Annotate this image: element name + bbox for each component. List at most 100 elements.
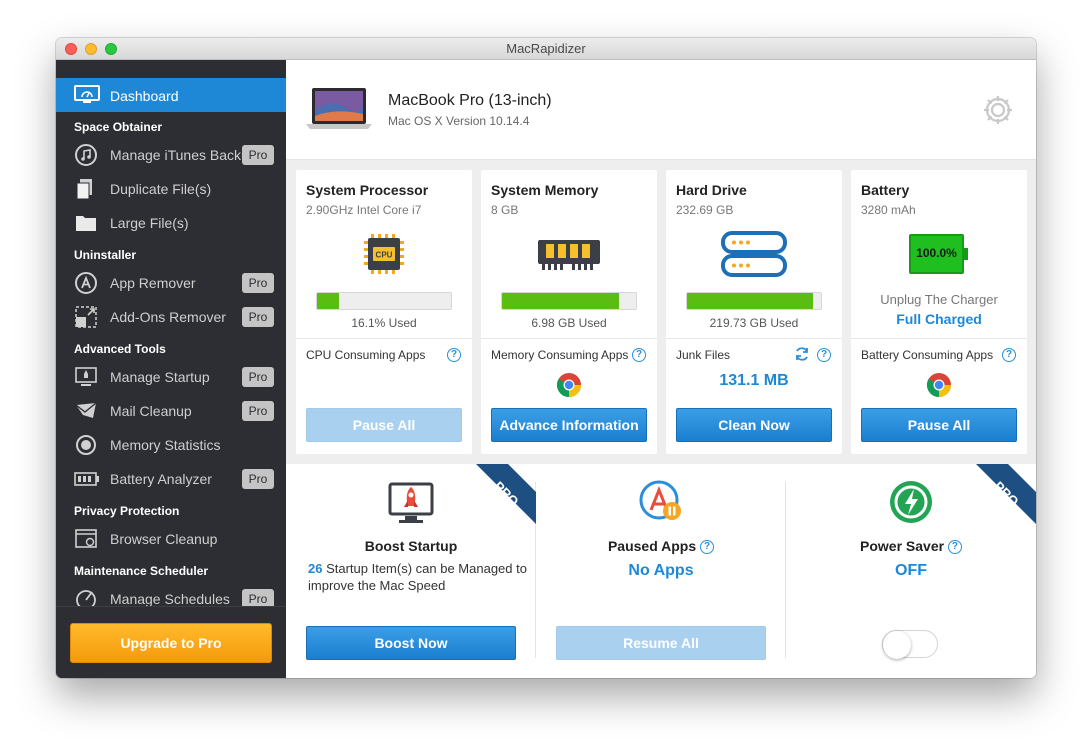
help-icon[interactable]: ? — [447, 348, 461, 362]
help-icon[interactable]: ? — [1002, 348, 1016, 362]
sidebar-item-label: Dashboard — [110, 88, 179, 104]
sidebar-item-manage-startup[interactable]: Manage Startup Pro — [56, 360, 286, 394]
sidebar-item-addons-remover[interactable]: Add-Ons Remover Pro — [56, 300, 286, 334]
sidebar-item-large-files[interactable]: Large File(s) — [56, 206, 286, 240]
battery-hint: Unplug The Charger — [880, 292, 998, 307]
sidebar-item-label: Memory Statistics — [110, 437, 221, 453]
main-content: MacBook Pro (13-inch) Mac OS X Version 1… — [286, 60, 1036, 678]
disk-progress-bar — [686, 292, 822, 310]
memory-apps-label: Memory Consuming Apps — [491, 348, 629, 362]
app-store-icon — [74, 271, 100, 295]
section-title-uninstaller: Uninstaller — [74, 248, 137, 262]
zoom-window-button[interactable] — [105, 43, 117, 55]
pro-badge: Pro — [242, 145, 274, 165]
sidebar-item-itunes-backup[interactable]: Manage iTunes Backup Pro — [56, 138, 286, 172]
close-window-button[interactable] — [65, 43, 77, 55]
boost-description-text: Startup Item(s) can be Managed to improv… — [308, 561, 527, 593]
sidebar-item-label: Manage iTunes Backup — [110, 147, 244, 163]
pro-badge: Pro — [242, 469, 274, 489]
divider — [666, 338, 842, 339]
battery-capacity: 3280 mAh — [861, 203, 916, 217]
chrome-icon[interactable] — [556, 372, 582, 403]
power-saver-title: Power Saver — [860, 538, 945, 554]
battery-apps-label: Battery Consuming Apps — [861, 348, 994, 362]
battery-icon — [74, 467, 100, 491]
sidebar-item-dashboard[interactable]: Dashboard — [56, 78, 286, 112]
music-note-icon — [74, 143, 100, 167]
battery-level-icon: 100.0% — [851, 226, 1027, 282]
paused-apps-panel: Paused Apps ? No Apps Resume All — [536, 464, 786, 678]
sidebar-item-label: Add-Ons Remover — [110, 309, 226, 325]
pro-badge: Pro — [242, 401, 274, 421]
panel-title: Boost Startup — [364, 538, 458, 554]
clean-now-button[interactable]: Clean Now — [676, 408, 832, 442]
sidebar-item-browser-cleanup[interactable]: Browser Cleanup — [56, 522, 286, 556]
sidebar-item-mail-cleanup[interactable]: Mail Cleanup Pro — [56, 394, 286, 428]
os-version: Mac OS X Version 10.14.4 — [388, 114, 530, 128]
paused-app-store-icon — [536, 478, 786, 526]
minimize-window-button[interactable] — [85, 43, 97, 55]
power-saver-toggle[interactable] — [882, 630, 938, 659]
paused-apps-title: Paused Apps — [607, 538, 697, 554]
cpu-apps-label: CPU Consuming Apps — [306, 348, 426, 362]
section-title-maintenance: Maintenance Scheduler — [74, 564, 209, 578]
pro-badge: Pro — [242, 273, 274, 293]
addon-icon — [74, 305, 100, 329]
card-title: Battery — [861, 182, 910, 198]
sidebar-item-label: Battery Analyzer — [110, 471, 212, 487]
hard-drive-card: Hard Drive 232.69 GB 219.73 GB Used Junk… — [666, 170, 842, 454]
refresh-icon[interactable] — [794, 346, 810, 367]
advance-information-button[interactable]: Advance Information — [491, 408, 647, 442]
startup-icon — [74, 365, 100, 389]
sidebar-item-label: App Remover — [110, 275, 196, 291]
help-icon[interactable]: ? — [632, 348, 646, 362]
memory-progress-fill — [502, 293, 619, 309]
cpu-progress-fill — [317, 293, 339, 309]
boost-now-button[interactable]: Boost Now — [306, 626, 516, 660]
title-bar: MacRapidizer — [56, 38, 1036, 60]
power-saver-icon — [786, 478, 1036, 526]
help-icon[interactable]: ? — [700, 540, 715, 555]
junk-files-label: Junk Files — [676, 348, 731, 362]
sidebar-item-duplicate-files[interactable]: Duplicate File(s) — [56, 172, 286, 206]
panel-title: Power Saver ? — [786, 538, 1036, 555]
battery-pause-all-button[interactable]: Pause All — [861, 408, 1017, 442]
help-icon[interactable]: ? — [817, 348, 831, 362]
battery-status: Full Charged — [896, 311, 982, 327]
memory-progress-bar — [501, 292, 637, 310]
monitor-icon — [74, 85, 100, 110]
upgrade-to-pro-button[interactable]: Upgrade to Pro — [70, 623, 272, 663]
sidebar-item-label: Browser Cleanup — [110, 531, 218, 547]
disk-progress-fill — [687, 293, 813, 309]
sidebar-item-label: Manage Schedules — [110, 591, 230, 607]
divider — [851, 338, 1027, 339]
duplicate-file-icon — [74, 177, 100, 201]
battery-level-text: 100.0% — [916, 246, 957, 260]
cpu-pause-all-button[interactable]: Pause All — [306, 408, 462, 442]
card-title: System Memory — [491, 182, 599, 198]
window-controls — [65, 43, 117, 55]
sidebar-item-app-remover[interactable]: App Remover Pro — [56, 266, 286, 300]
rocket-monitor-icon — [286, 478, 536, 526]
memory-size: 8 GB — [491, 203, 519, 217]
battery-card: Battery 3280 mAh 100.0% Unplug The Charg… — [851, 170, 1027, 454]
app-window: MacRapidizer Dashboard Space Obtainer Ma… — [56, 38, 1036, 678]
help-icon[interactable]: ? — [947, 540, 962, 555]
disk-used-text: 219.73 GB Used — [709, 316, 799, 330]
chrome-icon[interactable] — [926, 372, 952, 403]
disk-size: 232.69 GB — [676, 203, 734, 217]
resume-all-button[interactable]: Resume All — [556, 626, 766, 660]
boost-description: 26 Startup Item(s) can be Managed to imp… — [308, 560, 528, 594]
card-title: System Processor — [306, 182, 429, 198]
ram-icon — [481, 226, 657, 282]
browser-icon — [74, 527, 100, 551]
divider — [481, 338, 657, 339]
sidebar-item-battery-analyzer[interactable]: Battery Analyzer Pro — [56, 462, 286, 496]
power-saver-value: OFF — [895, 562, 927, 579]
feature-panels: PRO Boost Startup 26 Startup Item(s) can… — [286, 464, 1036, 678]
section-title-privacy: Privacy Protection — [74, 504, 180, 518]
sidebar: Dashboard Space Obtainer Manage iTunes B… — [56, 60, 286, 678]
window-title: MacRapidizer — [506, 41, 586, 56]
sidebar-item-memory-statistics[interactable]: Memory Statistics — [56, 428, 286, 462]
gear-icon[interactable] — [982, 94, 1014, 131]
